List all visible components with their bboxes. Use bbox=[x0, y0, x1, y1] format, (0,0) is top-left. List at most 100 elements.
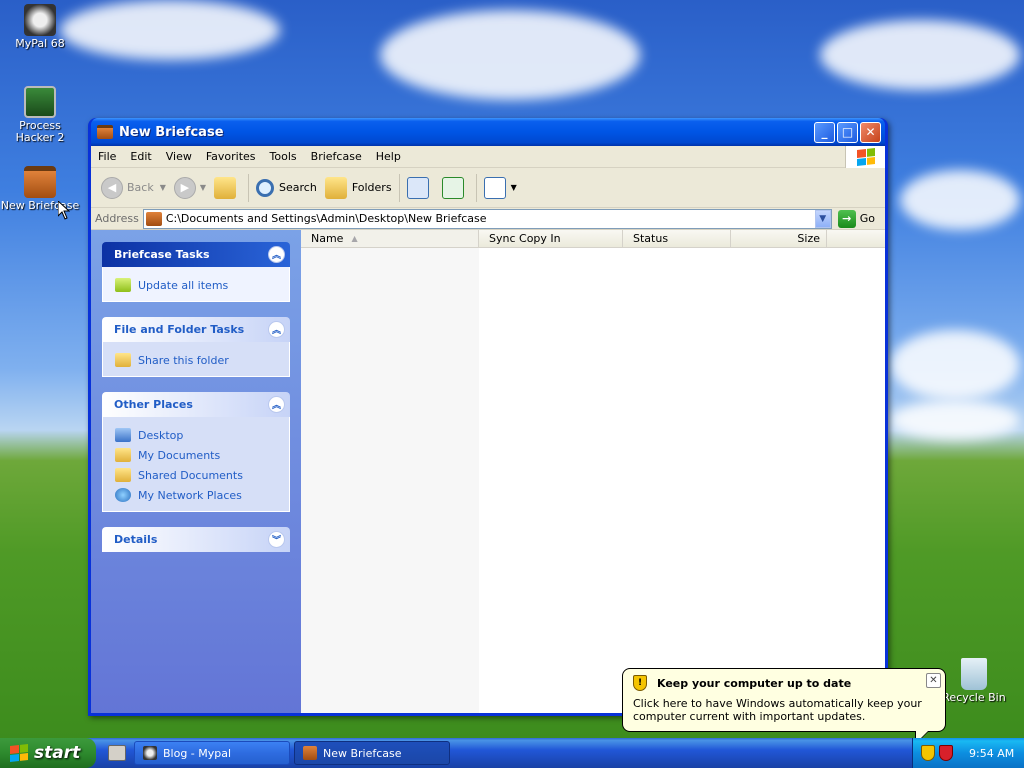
other-places-header[interactable]: Other Places ︽ bbox=[102, 392, 290, 417]
other-place-desktop[interactable]: Desktop bbox=[115, 425, 277, 445]
views-icon bbox=[483, 176, 506, 199]
back-button[interactable]: ◀ Back ▼ bbox=[97, 173, 170, 203]
other-place-shared-documents[interactable]: Shared Documents bbox=[115, 465, 277, 485]
details-header[interactable]: Details ︾ bbox=[102, 527, 290, 552]
menu-file[interactable]: File bbox=[91, 150, 123, 163]
desktop-icon-recycle-bin[interactable]: Recycle Bin bbox=[934, 658, 1014, 704]
toolbar: ◀ Back ▼ ▶ ▼ Search Folders ▼ bbox=[91, 168, 885, 208]
name-column-highlight bbox=[301, 248, 479, 713]
quick-launch-keyboard-icon[interactable] bbox=[108, 745, 126, 761]
title-bar[interactable]: New Briefcase _ □ ✕ bbox=[91, 118, 885, 146]
menu-briefcase[interactable]: Briefcase bbox=[304, 150, 369, 163]
address-bar: Address C:\Documents and Settings\Admin\… bbox=[91, 208, 885, 230]
other-place-my-network-places[interactable]: My Network Places bbox=[115, 485, 277, 505]
address-value: C:\Documents and Settings\Admin\Desktop\… bbox=[165, 212, 487, 225]
system-tray: 9:54 AM bbox=[912, 738, 1024, 768]
cloud bbox=[900, 170, 1020, 230]
balloon-body: Click here to have Windows automatically… bbox=[633, 697, 922, 723]
menu-edit[interactable]: Edit bbox=[123, 150, 158, 163]
update-notification-balloon[interactable]: ! Keep your computer up to date Click he… bbox=[622, 668, 946, 745]
file-list[interactable]: Name ▲ Sync Copy In Status Size bbox=[301, 230, 885, 713]
briefcase-icon bbox=[24, 166, 56, 198]
menu-help[interactable]: Help bbox=[369, 150, 408, 163]
network-globe-icon bbox=[115, 488, 131, 502]
details-panel: Details ︾ bbox=[102, 527, 290, 552]
back-arrow-icon: ◀ bbox=[101, 176, 123, 199]
toolbar-separator bbox=[398, 173, 400, 202]
search-button[interactable]: Search bbox=[252, 173, 321, 203]
clock[interactable]: 9:54 AM bbox=[969, 747, 1014, 760]
views-button[interactable]: ▼ bbox=[480, 173, 521, 203]
menu-tools[interactable]: Tools bbox=[263, 150, 304, 163]
monitor-icon bbox=[24, 86, 56, 118]
raccoon-icon bbox=[143, 746, 157, 760]
file-area[interactable] bbox=[301, 248, 885, 713]
update-all-button[interactable] bbox=[403, 173, 438, 203]
file-folder-tasks-panel: File and Folder Tasks ︽ Share this folde… bbox=[102, 317, 290, 377]
desktop-icon bbox=[115, 428, 131, 442]
desktop-icon-mypal[interactable]: MyPal 68 bbox=[0, 4, 80, 50]
split-from-original-button[interactable] bbox=[438, 173, 473, 203]
cloud bbox=[890, 330, 1020, 400]
collapse-chevron-icon[interactable]: ︽ bbox=[268, 396, 285, 413]
taskbar-item-mypal[interactable]: Blog - Mypal bbox=[134, 741, 290, 765]
cloud bbox=[890, 400, 1020, 440]
up-folder-button[interactable] bbox=[210, 173, 245, 203]
cloud bbox=[820, 20, 1020, 90]
toolbar-separator bbox=[475, 173, 477, 202]
chevron-down-icon: ▼ bbox=[510, 183, 517, 192]
briefcase-icon bbox=[97, 125, 113, 139]
cloud bbox=[380, 10, 640, 100]
window-title: New Briefcase bbox=[119, 124, 224, 140]
other-place-my-documents[interactable]: My Documents bbox=[115, 445, 277, 465]
menu-favorites[interactable]: Favorites bbox=[199, 150, 263, 163]
go-arrow-icon: → bbox=[837, 209, 856, 228]
minimize-button[interactable]: _ bbox=[814, 121, 835, 143]
sync-icon bbox=[406, 176, 429, 199]
security-alert-icon[interactable] bbox=[939, 745, 953, 761]
briefcase-window: New Briefcase _ □ ✕ File Edit View Favor… bbox=[88, 118, 888, 716]
menu-bar: File Edit View Favorites Tools Briefcase… bbox=[91, 146, 885, 168]
go-button[interactable]: → Go bbox=[836, 209, 881, 228]
column-status[interactable]: Status bbox=[623, 230, 731, 247]
briefcase-tasks-header[interactable]: Briefcase Tasks ︽ bbox=[102, 242, 290, 267]
sort-ascending-icon: ▲ bbox=[351, 234, 358, 243]
mouse-cursor-icon bbox=[58, 201, 70, 220]
share-this-folder-link[interactable]: Share this folder bbox=[115, 350, 277, 370]
address-label: Address bbox=[95, 212, 139, 225]
update-all-items-link[interactable]: Update all items bbox=[115, 275, 277, 295]
recycle-bin-icon bbox=[961, 658, 987, 690]
chevron-down-icon: ▼ bbox=[159, 183, 166, 192]
folders-button[interactable]: Folders bbox=[321, 173, 396, 203]
start-button[interactable]: start bbox=[0, 738, 96, 768]
taskbar-item-new-briefcase[interactable]: New Briefcase bbox=[294, 741, 450, 765]
menu-view[interactable]: View bbox=[159, 150, 199, 163]
forward-arrow-icon: ▶ bbox=[173, 176, 196, 199]
collapse-chevron-icon[interactable]: ︽ bbox=[268, 246, 285, 263]
close-button[interactable]: ✕ bbox=[860, 121, 881, 143]
file-folder-tasks-header[interactable]: File and Folder Tasks ︽ bbox=[102, 317, 290, 342]
search-icon bbox=[256, 178, 275, 197]
task-pane: Briefcase Tasks ︽ Update all items File … bbox=[91, 230, 301, 713]
column-headers: Name ▲ Sync Copy In Status Size bbox=[301, 230, 885, 248]
column-name[interactable]: Name ▲ bbox=[301, 230, 479, 247]
desktop-icon-process-hacker[interactable]: Process Hacker 2 bbox=[0, 86, 80, 144]
forward-button[interactable]: ▶ ▼ bbox=[170, 173, 210, 203]
security-shield-icon: ! bbox=[633, 675, 647, 691]
raccoon-icon bbox=[24, 4, 56, 36]
address-dropdown-button[interactable]: ▼ bbox=[814, 209, 831, 228]
column-filler bbox=[827, 230, 885, 247]
maximize-button[interactable]: □ bbox=[837, 121, 858, 143]
column-sync-copy-in[interactable]: Sync Copy In bbox=[479, 230, 623, 247]
balloon-close-button[interactable]: ✕ bbox=[926, 673, 941, 688]
address-field[interactable]: C:\Documents and Settings\Admin\Desktop\… bbox=[142, 208, 832, 229]
toolbar-separator bbox=[248, 173, 250, 202]
briefcase-icon bbox=[303, 746, 317, 760]
collapse-chevron-icon[interactable]: ︽ bbox=[268, 321, 285, 338]
security-shield-icon[interactable] bbox=[921, 745, 935, 761]
windows-logo-icon bbox=[845, 146, 885, 168]
up-folder-icon bbox=[214, 176, 237, 199]
column-size[interactable]: Size bbox=[731, 230, 827, 247]
expand-chevron-icon[interactable]: ︾ bbox=[268, 531, 285, 548]
briefcase-tasks-panel: Briefcase Tasks ︽ Update all items bbox=[102, 242, 290, 302]
